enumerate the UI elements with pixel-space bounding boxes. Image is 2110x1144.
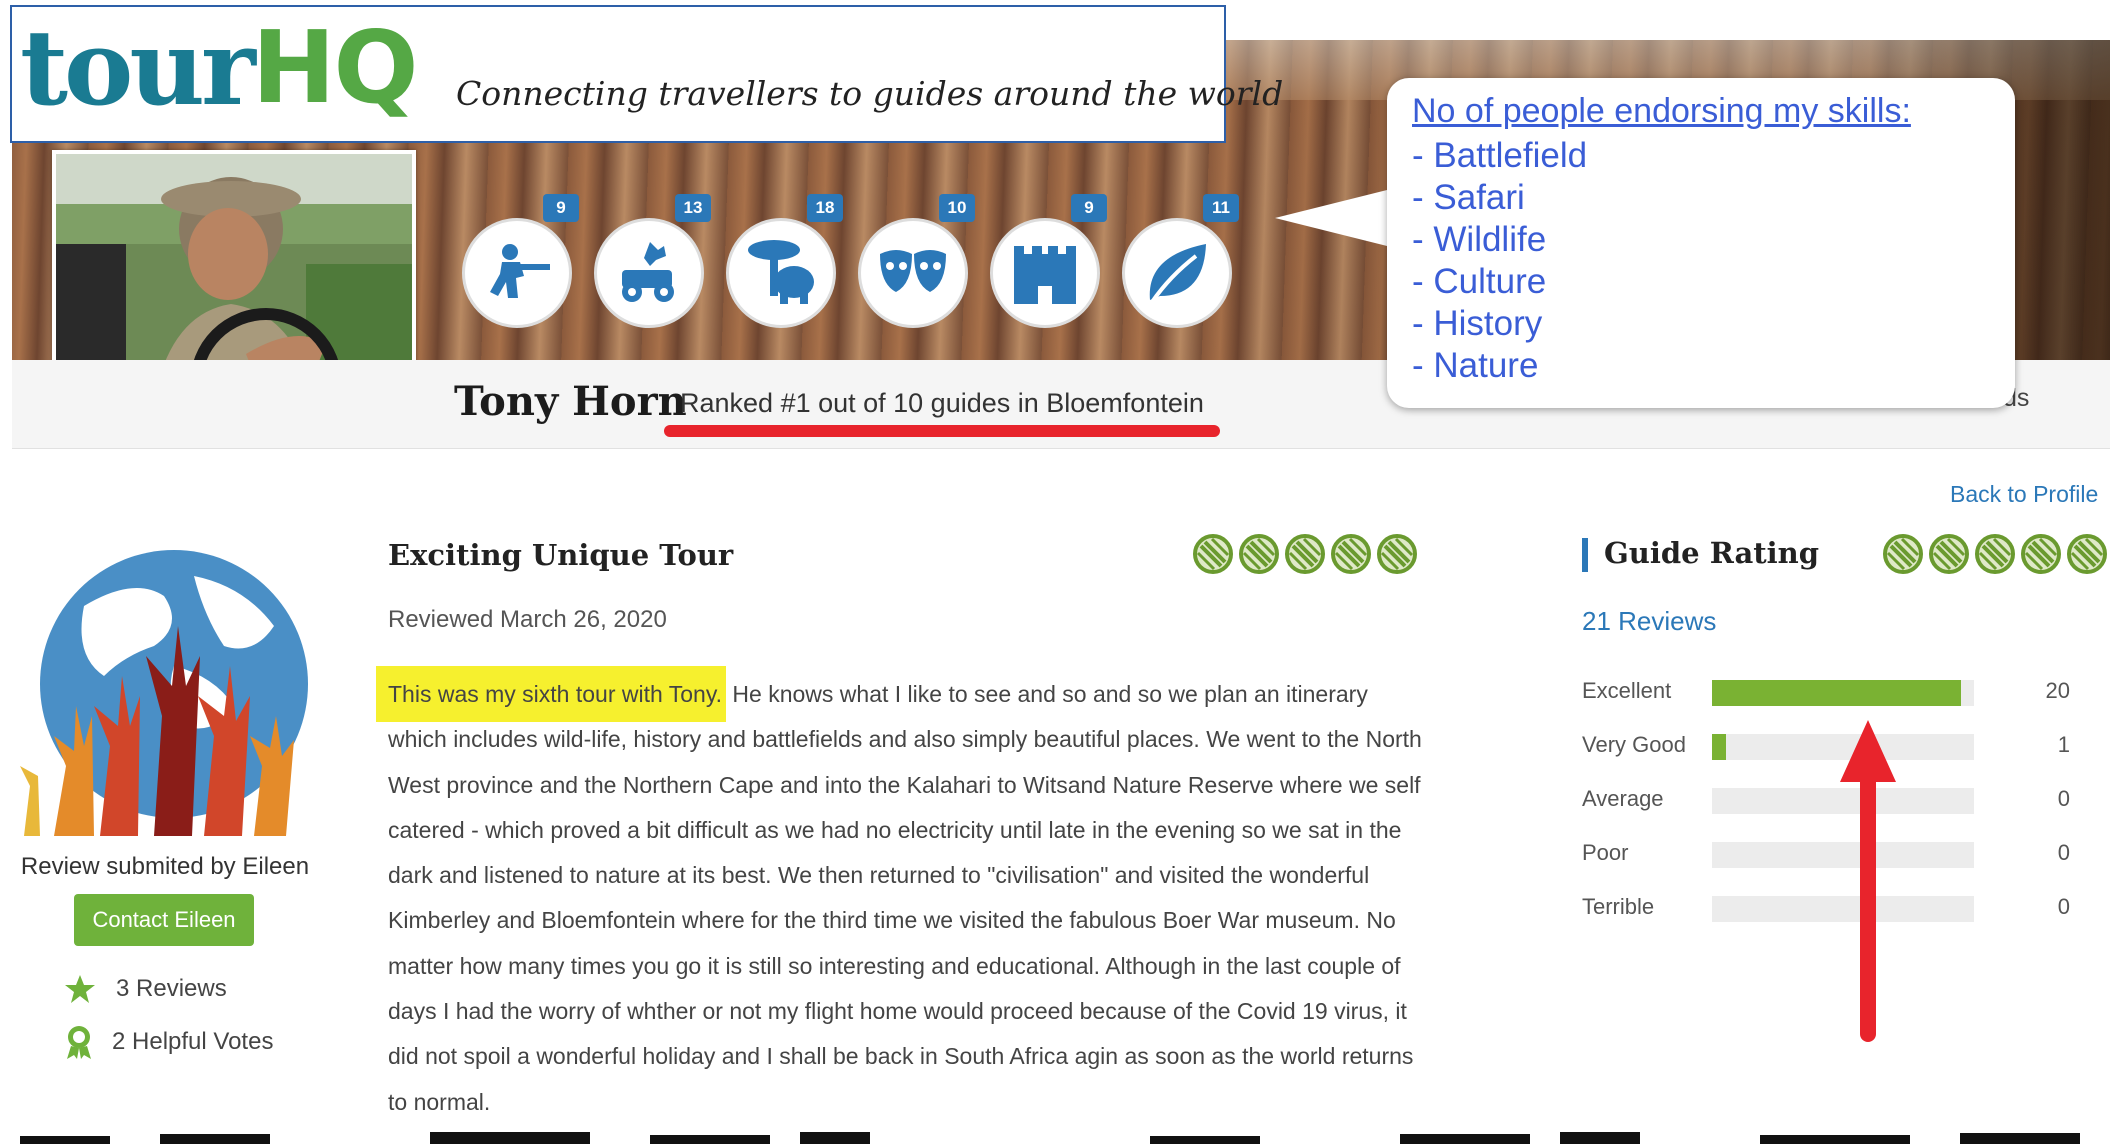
skill-history[interactable]: 9 (990, 194, 1107, 328)
skill-battlefield[interactable]: 9 (462, 194, 579, 328)
rating-circle-icon (1239, 534, 1279, 574)
reviewer-reviews-link[interactable]: 3 Reviews (116, 975, 227, 1003)
rating-circle-icon (2021, 534, 2061, 574)
rating-circle-icon (2067, 534, 2107, 574)
culture-icon (880, 250, 946, 292)
rating-row-label: Terrible (1582, 894, 1655, 919)
rank-underline-annotation (664, 425, 1220, 437)
rating-circle-icon (1285, 534, 1325, 574)
guide-rating-circles (1882, 533, 2108, 575)
rating-row-bar (1712, 680, 1974, 706)
safari-icon (622, 242, 674, 302)
logo-hq-text: HQ (251, 9, 419, 126)
skill-count-badge: 11 (1203, 194, 1239, 222)
skill-count-badge: 18 (807, 194, 843, 222)
section-accent-bar (1582, 538, 1588, 572)
rating-row-bar-fill (1712, 734, 1726, 760)
rating-row-label: Average (1582, 786, 1664, 811)
rating-row-bar-fill (1712, 680, 1961, 706)
tagline: Connecting travellers to guides around t… (456, 74, 1284, 113)
rating-row-count: 20 (2045, 678, 2070, 703)
skill-culture[interactable]: 10 (858, 194, 975, 328)
rating-row-count: 0 (2057, 840, 2070, 865)
callout-title: No of people endorsing my skills: (1412, 92, 1911, 130)
wildlife-icon (748, 240, 814, 304)
skill-wildlife[interactable]: 18 (726, 194, 843, 328)
skill-count-badge: 9 (543, 194, 579, 222)
review-body-text: He knows what I like to see and so and s… (388, 681, 1422, 1115)
callout-item: - History (1412, 304, 1543, 343)
back-to-profile-link[interactable]: Back to Profile (1950, 481, 2098, 508)
callout-item: - Nature (1412, 346, 1539, 385)
rating-circle-icon (1377, 534, 1417, 574)
review-text: This was my sixth tour with Tony. He kno… (376, 666, 1424, 1125)
nature-icon (1149, 244, 1206, 304)
cropped-text-strip (20, 1132, 2080, 1144)
rating-row-label: Very Good (1582, 732, 1686, 757)
skill-safari[interactable]: 13 (594, 194, 711, 328)
skill-count-badge: 10 (939, 194, 975, 222)
review-rating (1192, 533, 1418, 575)
skill-count-badge: 13 (675, 194, 711, 222)
rating-circle-icon (1883, 534, 1923, 574)
rating-row-label: Poor (1582, 840, 1629, 865)
rating-row-count: 0 (2057, 786, 2070, 811)
contact-reviewer-button[interactable]: Contact Eileen (74, 894, 254, 946)
star-icon (65, 975, 95, 1003)
review-date: Reviewed March 26, 2020 (388, 606, 667, 633)
rating-circle-icon (1331, 534, 1371, 574)
history-icon (1014, 246, 1076, 304)
callout-item: - Wildlife (1412, 220, 1547, 259)
review-title: Exciting Unique Tour (388, 538, 734, 572)
guide-rank: Ranked #1 out of 10 guides in Bloemfonte… (680, 388, 1204, 418)
callout-item: - Culture (1412, 262, 1547, 301)
reviewer-caption: Review submited by Eileen (20, 853, 310, 880)
callout-tail (1275, 188, 1395, 248)
tourhq-logo[interactable]: tour HQ (20, 6, 419, 129)
rating-circle-icon (1193, 534, 1233, 574)
logo-tour-text: tour (20, 6, 256, 129)
guide-reviews-link[interactable]: 21 Reviews (1582, 606, 1716, 637)
guide-name[interactable]: Tony Horn (454, 378, 687, 425)
award-icon (67, 1026, 91, 1059)
callout-item: - Battlefield (1412, 136, 1588, 175)
helpful-votes: 2 Helpful Votes (112, 1028, 274, 1055)
callout-item: - Safari (1412, 178, 1525, 217)
arrow-annotation (1840, 720, 1896, 1042)
rating-circle-icon (1975, 534, 2015, 574)
highlighted-sentence: This was my sixth tour with Tony. (376, 666, 727, 722)
rating-row-count: 0 (2057, 894, 2070, 919)
rating-row-label: Excellent (1582, 678, 1672, 703)
skill-count-badge: 9 (1071, 194, 1107, 222)
battlefield-icon (490, 244, 550, 298)
reviewer-avatar[interactable] (14, 536, 320, 836)
skill-nature[interactable]: 11 (1122, 194, 1239, 328)
guide-rating-title: Guide Rating (1604, 536, 1820, 570)
rating-row-count: 1 (2057, 732, 2070, 757)
rating-circle-icon (1929, 534, 1969, 574)
